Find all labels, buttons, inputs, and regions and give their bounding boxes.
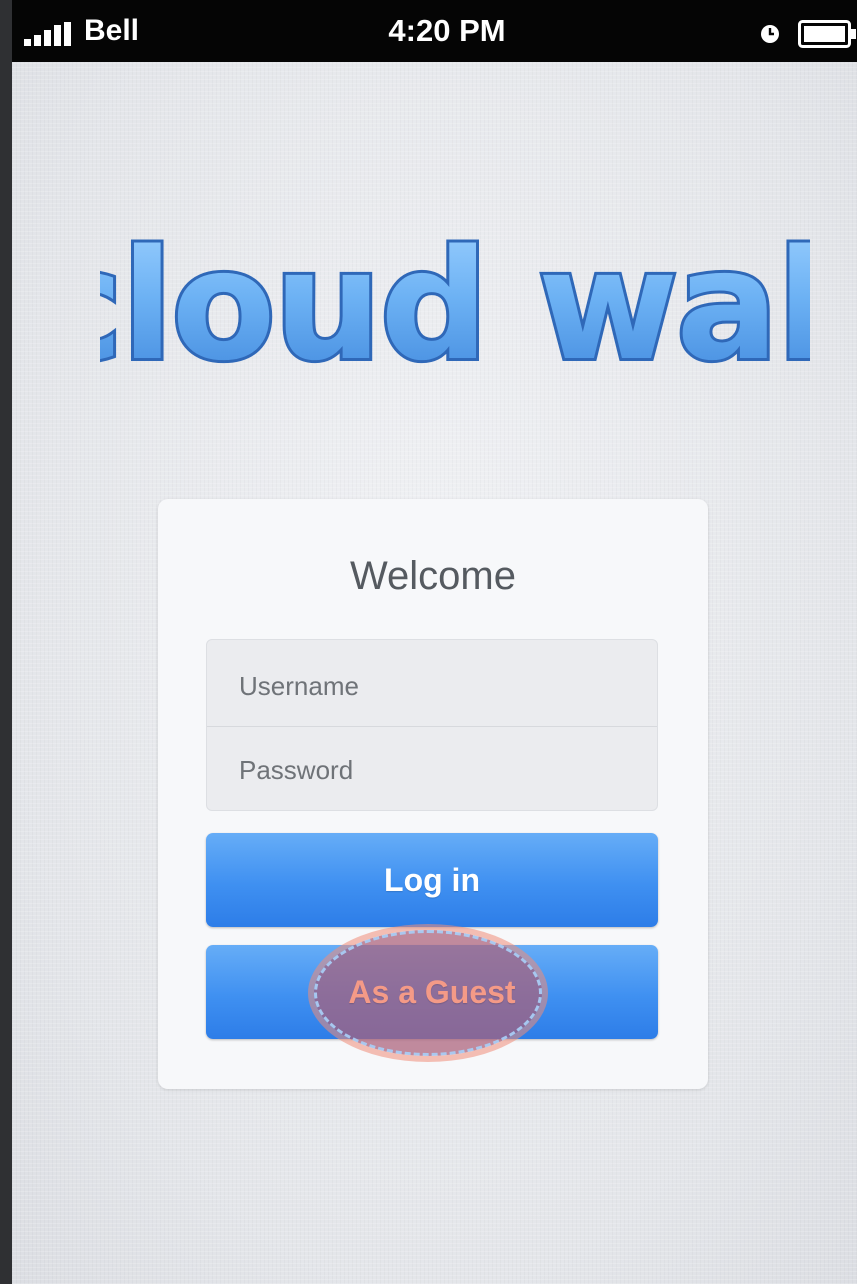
signal-bars-icon: [24, 22, 71, 46]
status-bar: Bell 4:20 PM: [12, 0, 857, 62]
login-card: Welcome Log in As a Guest: [158, 499, 708, 1089]
login-button[interactable]: Log in: [206, 833, 658, 927]
credentials-group: [206, 639, 658, 812]
cloud-wall-logo: cloud wall: [100, 230, 810, 390]
alarm-clock-icon: [761, 25, 779, 43]
phone-screen: Bell 4:20 PM cloud wall: [12, 0, 857, 1284]
login-button-label: Log in: [384, 861, 480, 898]
logo-text: cloud wall: [100, 230, 810, 390]
username-input[interactable]: [207, 644, 657, 728]
device-frame: Bell 4:20 PM cloud wall: [0, 0, 857, 1284]
password-input[interactable]: [207, 728, 657, 812]
guest-button[interactable]: As a Guest: [206, 945, 658, 1039]
status-time: 4:20 PM: [388, 13, 506, 48]
carrier-name: Bell: [84, 14, 140, 47]
battery-icon: [798, 20, 856, 48]
welcome-title: Welcome: [350, 554, 516, 598]
guest-button-label: As a Guest: [348, 973, 516, 1010]
field-divider: [207, 726, 657, 727]
